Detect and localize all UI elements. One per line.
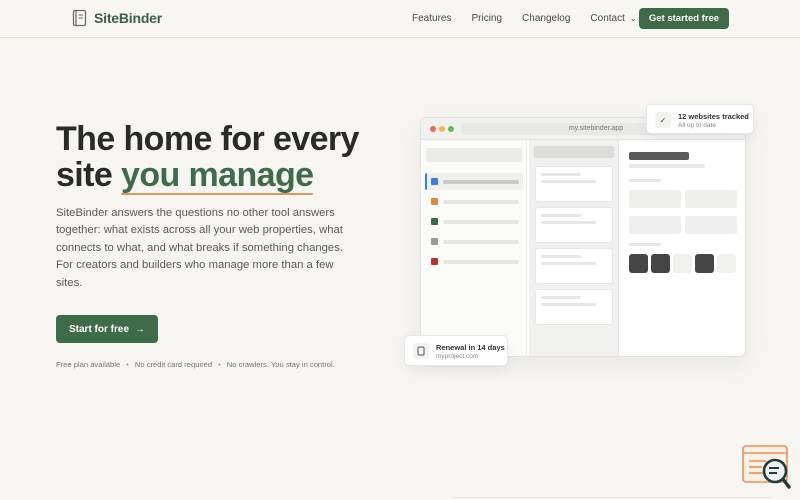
fineprint-item: No crawlers. You stay in control.	[226, 360, 335, 369]
start-for-free-label: Start for free	[68, 323, 129, 335]
maximize-dot-icon	[448, 126, 454, 132]
title-line-2-plain: site	[56, 156, 122, 194]
badge-subtitle: All up to date	[678, 122, 716, 129]
nav-link-changelog[interactable]: Changelog	[522, 13, 570, 24]
fineprint-item: No credit card required	[134, 360, 213, 369]
start-for-free-button[interactable]: Start for free →	[56, 315, 158, 343]
preview-list	[529, 140, 619, 356]
nav-contact-label: Contact	[590, 13, 625, 24]
title-line-1: The home for every	[56, 120, 359, 158]
preview-detail	[621, 140, 745, 356]
binder-icon	[72, 9, 87, 27]
site-color-swatch	[431, 198, 438, 205]
bullet-separator: •	[218, 360, 221, 369]
bullet-separator: •	[126, 360, 129, 369]
nav-links: Features Pricing Changelog Contact ⌄	[412, 13, 657, 24]
renewal-badge: Renewal in 14 days myproject.com	[404, 335, 508, 366]
preview-sidebar	[421, 140, 527, 356]
fineprint-item: Free plan available	[56, 360, 121, 369]
nav-link-features[interactable]: Features	[412, 13, 451, 24]
site-color-swatch	[431, 218, 438, 225]
logo[interactable]: SiteBinder	[72, 9, 162, 27]
arrow-right-icon: →	[135, 323, 145, 335]
document-icon	[413, 343, 429, 359]
badge-title: 12 websites tracked	[678, 112, 749, 121]
title-accent: you manage	[121, 156, 314, 195]
minimize-dot-icon	[439, 126, 445, 132]
close-dot-icon	[430, 126, 436, 132]
help-widget-icon[interactable]	[742, 445, 792, 491]
site-color-swatch	[431, 178, 438, 185]
app-preview: my.sitebinder.app	[420, 117, 746, 357]
get-started-button[interactable]: Get started free	[639, 8, 729, 29]
fineprint: Free plan available • No credit card req…	[56, 360, 335, 369]
nav-link-contact[interactable]: Contact ⌄	[590, 13, 636, 24]
check-icon: ✓	[655, 112, 671, 128]
websites-tracked-badge: ✓ 12 websites tracked All up to date	[646, 104, 754, 134]
chevron-down-icon: ⌄	[629, 14, 637, 23]
site-color-swatch	[431, 258, 438, 265]
nav-link-pricing[interactable]: Pricing	[471, 13, 502, 24]
top-nav: SiteBinder Features Pricing Changelog Co…	[0, 0, 800, 38]
hero-description: SiteBinder answers the questions no othe…	[56, 207, 343, 289]
site-color-swatch	[431, 238, 438, 245]
badge-subtitle: myproject.com	[436, 353, 479, 360]
badge-title: Renewal in 14 days	[436, 343, 505, 352]
brand-name: SiteBinder	[94, 10, 163, 26]
page-title: The home for every site you manage	[56, 120, 359, 195]
